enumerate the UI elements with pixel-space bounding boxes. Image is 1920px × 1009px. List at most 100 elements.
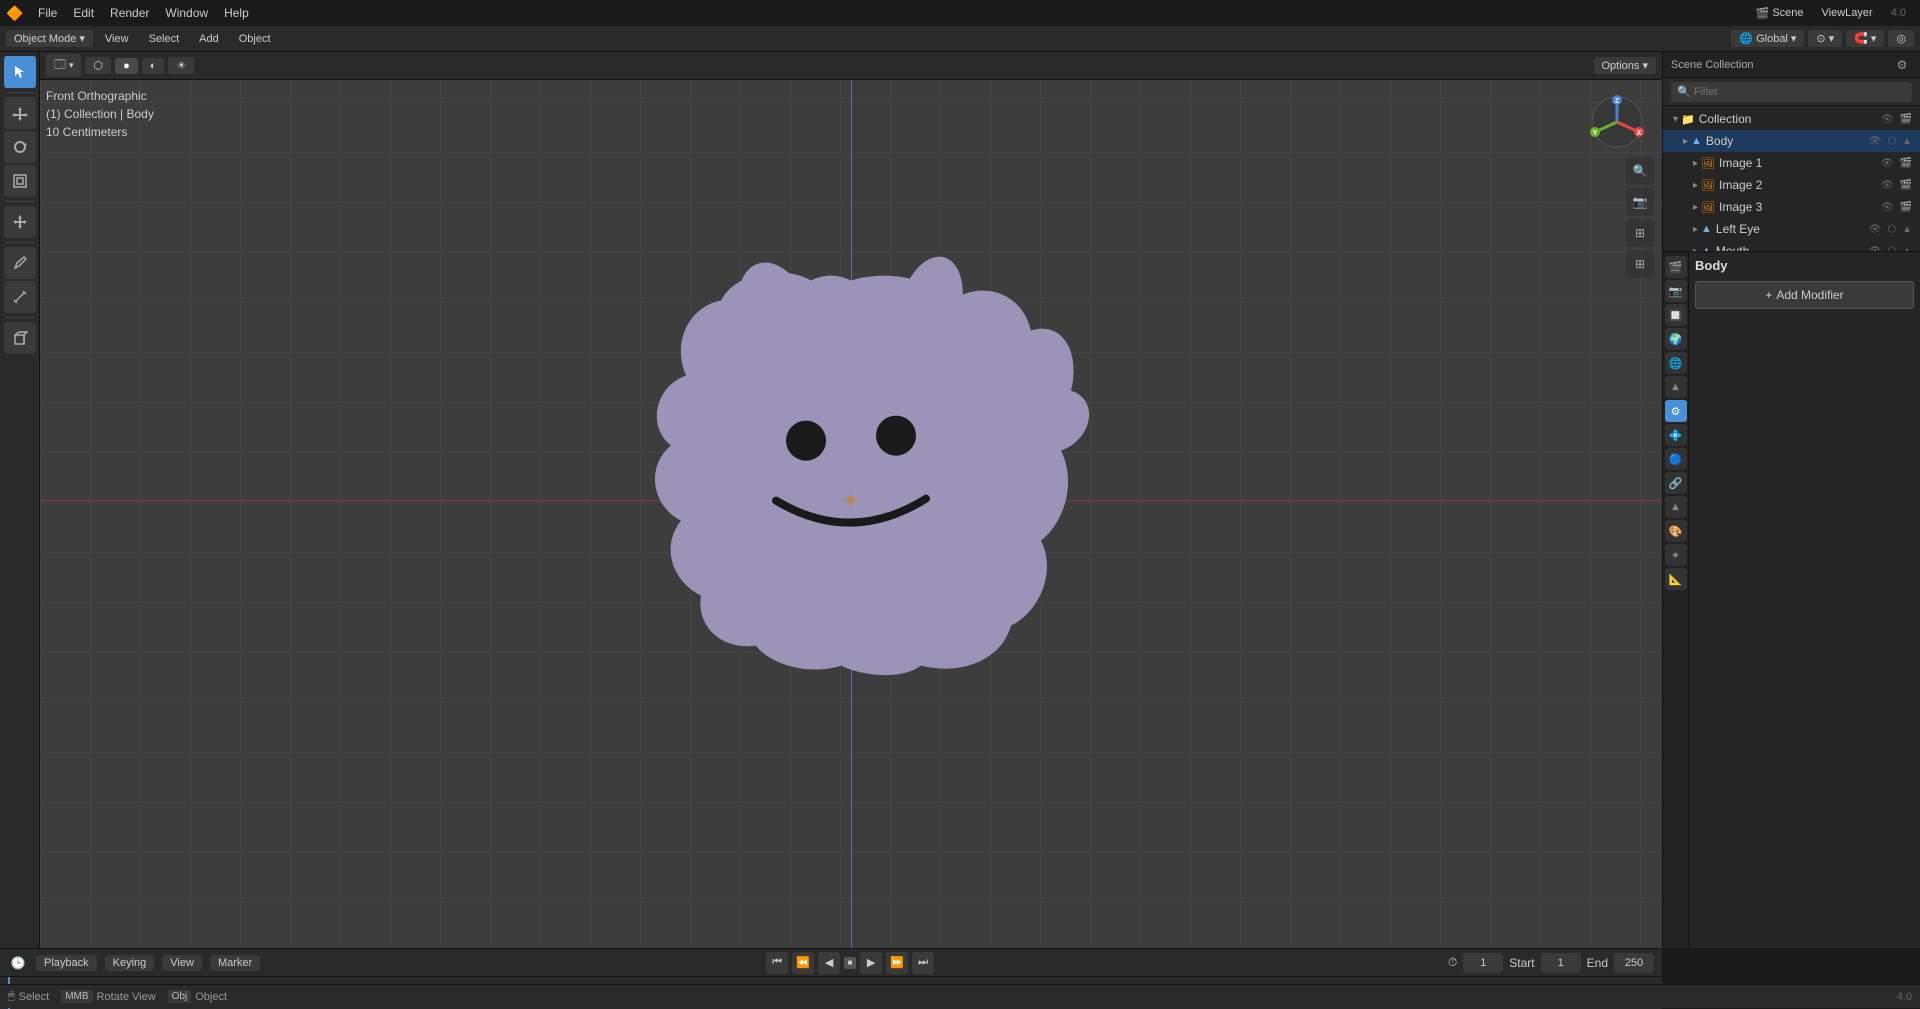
navigation-gizmo[interactable]: Z X Y: [1587, 92, 1647, 152]
outliner-item-left-eye[interactable]: ▸ ▲ Left Eye 👁 ⬡ ▲: [1663, 218, 1920, 240]
body-extra-btn[interactable]: ▲: [1900, 136, 1914, 147]
select-tool[interactable]: [4, 56, 36, 88]
current-frame-input[interactable]: [1463, 953, 1503, 973]
prop-tab-output[interactable]: 📷: [1665, 280, 1687, 302]
add-cube-tool[interactable]: [4, 322, 36, 354]
mouth-render-btn[interactable]: ⬡: [1885, 246, 1898, 252]
outliner-item-image2[interactable]: ▸ 🖼 Image 2 👁 🎬: [1663, 174, 1920, 196]
outliner-item-collection[interactable]: ▾ 📁 Collection 👁 🎬: [1663, 108, 1920, 130]
outliner-item-image1[interactable]: ▸ 🖼 Image 1 👁 🎬: [1663, 152, 1920, 174]
end-frame-input[interactable]: [1614, 953, 1654, 973]
viewport-shading-render[interactable]: ☀: [168, 57, 194, 74]
camera-view-btn[interactable]: 📷: [1626, 188, 1654, 216]
mouth-visibility-btn[interactable]: 👁: [1867, 246, 1884, 252]
quad-view-btn[interactable]: ⊞: [1626, 250, 1654, 278]
proportional-edit[interactable]: ◎: [1888, 30, 1914, 47]
prop-tab-constraints[interactable]: 🔗: [1665, 472, 1687, 494]
add-modifier-btn[interactable]: + Add Modifier: [1695, 281, 1914, 309]
snap-toggle[interactable]: 🧲▾: [1846, 30, 1884, 47]
prop-tab-data[interactable]: ▲: [1665, 496, 1687, 518]
play-reverse-btn[interactable]: ◀: [818, 952, 840, 974]
body-render-btn[interactable]: ⬡: [1885, 136, 1898, 147]
outliner-item-body[interactable]: ▸ ▲ Body 👁 ⬡ ▲: [1663, 130, 1920, 152]
outliner-item-mouth[interactable]: ▸ ▲ Mouth 👁 ⬡ ▲: [1663, 240, 1920, 251]
jump-to-start-btn[interactable]: ⏮: [766, 952, 788, 974]
outliner-search-input[interactable]: [1671, 82, 1912, 102]
pivot-point[interactable]: ⊙▾: [1808, 30, 1842, 47]
view-menu-timeline[interactable]: View: [162, 955, 202, 971]
image3-render-btn[interactable]: 🎬: [1898, 202, 1914, 213]
grid-view-btn[interactable]: ⊞: [1626, 219, 1654, 247]
next-frame-btn[interactable]: ⏩: [886, 952, 908, 974]
viewport-shading-material[interactable]: ◐: [142, 58, 165, 74]
select-menu[interactable]: Select: [141, 31, 188, 47]
outliner-filter-btn[interactable]: ⚙: [1892, 55, 1912, 75]
add-menu[interactable]: Add: [191, 31, 227, 47]
menu-help[interactable]: Help: [216, 3, 257, 23]
annotate-tool[interactable]: [4, 247, 36, 279]
image1-render-btn[interactable]: 🎬: [1898, 158, 1914, 169]
view-layer-selector[interactable]: ViewLayer: [1816, 5, 1879, 21]
image3-visibility-btn[interactable]: 👁: [1879, 202, 1896, 213]
collection-render-btn[interactable]: 🎬: [1898, 114, 1914, 125]
viewport-options-btn[interactable]: Options ▾: [1594, 57, 1657, 74]
timeline-editor-icon[interactable]: 🕒: [8, 953, 28, 973]
menu-edit[interactable]: Edit: [65, 3, 102, 23]
left-eye-expand-arrow[interactable]: ▸: [1693, 224, 1698, 235]
image1-visibility-btn[interactable]: 👁: [1879, 158, 1896, 169]
3d-viewport[interactable]: 🗔 ▾ ⬡ ● ◐ ☀ Options ▾ Front Orthographic…: [40, 52, 1662, 948]
left-eye-extra-btn[interactable]: ▲: [1900, 224, 1914, 235]
playback-menu[interactable]: Playback: [36, 955, 97, 971]
prop-tab-extra2[interactable]: 📐: [1665, 568, 1687, 590]
transform-orientation[interactable]: 🌐Global▾: [1731, 30, 1804, 47]
viewport-shading-wireframe[interactable]: ⬡: [85, 57, 111, 74]
transform-tool[interactable]: [4, 206, 36, 238]
menu-render[interactable]: Render: [102, 3, 157, 23]
prop-tab-modifier[interactable]: ⚙: [1665, 400, 1687, 422]
rotate-tool[interactable]: [4, 131, 36, 163]
main-status-bar: 🖱 Select MMB Rotate View Obj Object: [0, 984, 1662, 1008]
image3-expand-arrow[interactable]: ▸: [1693, 202, 1698, 213]
prop-tab-physics[interactable]: 🔵: [1665, 448, 1687, 470]
scene-selector[interactable]: 🎬Scene: [1750, 5, 1810, 22]
collection-visibility-btn[interactable]: 👁: [1879, 114, 1896, 125]
zoom-in-btn[interactable]: 🔍: [1626, 157, 1654, 185]
viewport-shading-solid[interactable]: ●: [115, 58, 138, 74]
measure-tool[interactable]: [4, 281, 36, 313]
stop-btn[interactable]: ■: [844, 957, 856, 969]
mouth-expand-arrow[interactable]: ▸: [1693, 246, 1698, 252]
prop-tab-world[interactable]: 🌐: [1665, 352, 1687, 374]
keying-menu[interactable]: Keying: [105, 955, 155, 971]
body-expand-arrow[interactable]: ▸: [1683, 136, 1688, 147]
prop-tab-particles[interactable]: 💠: [1665, 424, 1687, 446]
outliner-item-image3[interactable]: ▸ 🖼 Image 3 👁 🎬: [1663, 196, 1920, 218]
prev-frame-btn[interactable]: ⏪: [792, 952, 814, 974]
image2-expand-arrow[interactable]: ▸: [1693, 180, 1698, 191]
editor-type-btn[interactable]: 🗔 ▾: [46, 54, 81, 77]
prop-tab-object[interactable]: ▲: [1665, 376, 1687, 398]
jump-to-end-btn[interactable]: ⏭: [912, 952, 934, 974]
prop-tab-material[interactable]: 🎨: [1665, 520, 1687, 542]
prop-tab-scene[interactable]: 🌍: [1665, 328, 1687, 350]
prop-tab-extra1[interactable]: ✦: [1665, 544, 1687, 566]
mouth-extra-btn[interactable]: ▲: [1900, 246, 1914, 252]
left-eye-render-btn[interactable]: ⬡: [1885, 224, 1898, 235]
mode-selector[interactable]: Object Mode▾: [6, 30, 93, 47]
image1-expand-arrow[interactable]: ▸: [1693, 158, 1698, 169]
prop-tab-viewlayer[interactable]: 🔲: [1665, 304, 1687, 326]
menu-window[interactable]: Window: [157, 3, 216, 23]
object-menu[interactable]: Object: [231, 31, 279, 47]
menu-file[interactable]: File: [30, 3, 65, 23]
play-btn[interactable]: ▶: [860, 952, 882, 974]
view-menu[interactable]: View: [97, 31, 137, 47]
prop-tab-render[interactable]: 🎬: [1665, 256, 1687, 278]
collection-expand-arrow[interactable]: ▾: [1673, 114, 1678, 125]
left-eye-visibility-btn[interactable]: 👁: [1867, 224, 1884, 235]
start-frame-input[interactable]: [1541, 953, 1581, 973]
image2-visibility-btn[interactable]: 👁: [1879, 180, 1896, 191]
scale-tool[interactable]: [4, 165, 36, 197]
body-visibility-btn[interactable]: 👁: [1867, 136, 1884, 147]
image2-render-btn[interactable]: 🎬: [1898, 180, 1914, 191]
move-tool[interactable]: [4, 97, 36, 129]
marker-menu[interactable]: Marker: [210, 955, 260, 971]
